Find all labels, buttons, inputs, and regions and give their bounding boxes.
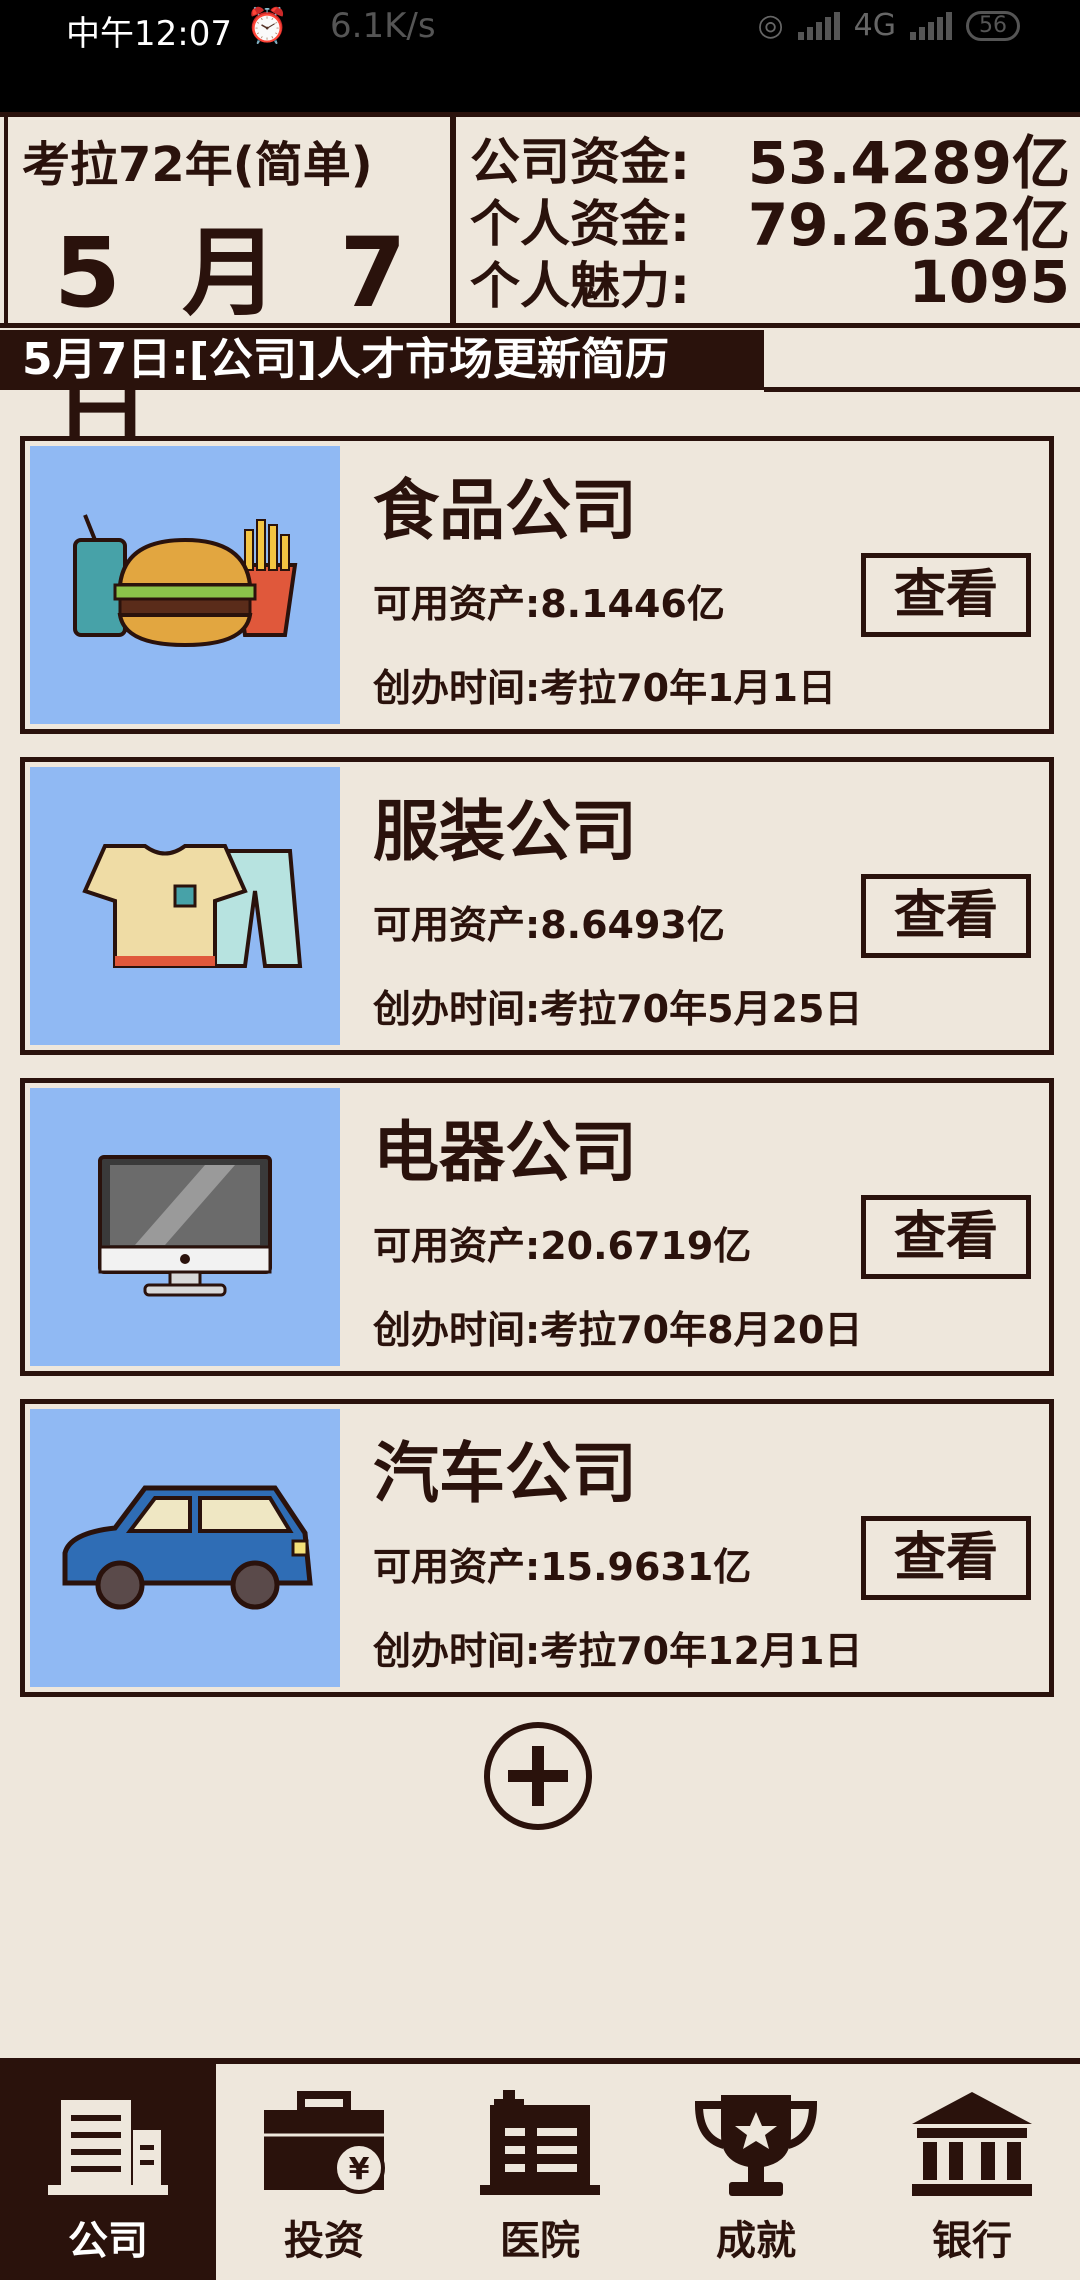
network-type: 4G [853,8,896,43]
hospital-icon [475,2090,605,2204]
ticker-message: 5月7日:[公司]人才市场更新简历 [0,330,764,390]
status-bar: 中午12:07 ⏰ 6.1K/s ◎ 4G 56 [0,0,1080,112]
nav-item-company[interactable]: 公司 [0,2064,216,2280]
nav-label: 成就 [716,2218,796,2264]
company-founded: 创办时间:考拉70年8月20日 [373,1308,863,1352]
svg-text:¥: ¥ [349,2152,370,2187]
date-panel: 考拉72年(简单) 5 月 7 日 [4,117,456,468]
company-name: 汽车公司 [373,1435,637,1512]
car-icon [30,1409,340,1687]
hotspot-icon: ◎ [757,8,784,43]
company-card-food: 食品公司 可用资产:8.1446亿 创办时间:考拉70年1月1日 查看 [20,436,1054,734]
trophy-icon [691,2090,821,2204]
stat-value: 1095 [908,248,1070,316]
company-card-electronics: 电器公司 可用资产:20.6719亿 创办时间:考拉70年8月20日 查看 [20,1078,1054,1376]
nav-label: 公司 [68,2218,148,2264]
company-name: 服装公司 [373,793,637,870]
stat-personal-funds: 个人资金: 79.2632亿 [470,189,1070,259]
view-button[interactable]: 查看 [861,553,1031,637]
view-button[interactable]: 查看 [861,874,1031,958]
bottom-nav: 公司 ¥ 投资 医院 成就 银行 [0,2058,1080,2280]
ticker-blank [764,330,1080,392]
nav-item-bank[interactable]: 银行 [864,2064,1080,2280]
company-card-auto: 汽车公司 可用资产:15.9631亿 创办时间:考拉70年12月1日 查看 [20,1399,1054,1697]
bank-icon [907,2090,1037,2204]
alarm-icon: ⏰ [246,6,289,46]
company-founded: 创办时间:考拉70年5月25日 [373,987,863,1031]
clothing-icon [30,767,340,1045]
status-time: 中午12:07 [66,14,232,54]
signal-icon-2 [910,11,952,40]
view-button[interactable]: 查看 [861,1516,1031,1600]
game-header: 考拉72年(简单) 5 月 7 日 公司资金: 53.4289亿 个人资金: 7… [0,112,1080,468]
add-company-button[interactable] [484,1722,592,1830]
company-founded: 创办时间:考拉70年12月1日 [373,1629,863,1673]
company-assets: 可用资产:15.9631亿 [373,1545,752,1589]
company-name: 食品公司 [373,472,637,549]
nav-item-hospital[interactable]: 医院 [432,2064,648,2280]
company-assets: 可用资产:8.6493亿 [373,903,725,947]
monitor-icon [30,1088,340,1366]
stat-label: 个人魅力: [470,257,690,315]
view-button[interactable]: 查看 [861,1195,1031,1279]
battery-icon: 56 [966,10,1020,41]
company-assets: 可用资产:20.6719亿 [373,1224,752,1268]
signal-icon [797,11,840,40]
office-building-icon [43,2090,173,2204]
nav-item-achievements[interactable]: 成就 [648,2064,864,2280]
news-ticker: 5月7日:[公司]人才市场更新简历 [0,330,1080,392]
nav-item-invest[interactable]: ¥ 投资 [216,2064,432,2280]
stats-panel: 公司资金: 53.4289亿 个人资金: 79.2632亿 个人魅力: 1095 [470,127,1070,316]
company-card-clothing: 服装公司 可用资产:8.6493亿 创办时间:考拉70年5月25日 查看 [20,757,1054,1055]
company-founded: 创办时间:考拉70年1月1日 [373,666,836,710]
briefcase-yen-icon: ¥ [259,2090,389,2204]
nav-label: 投资 [284,2218,364,2264]
network-speed: 6.1K/s [330,6,436,46]
food-icon [30,446,340,724]
nav-label: 银行 [932,2218,1012,2264]
company-name: 电器公司 [373,1114,637,1191]
nav-label: 医院 [500,2218,580,2264]
company-assets: 可用资产:8.1446亿 [373,582,725,626]
year-mode: 考拉72年(简单) [22,137,373,193]
status-right: ◎ 4G 56 [757,8,1020,43]
